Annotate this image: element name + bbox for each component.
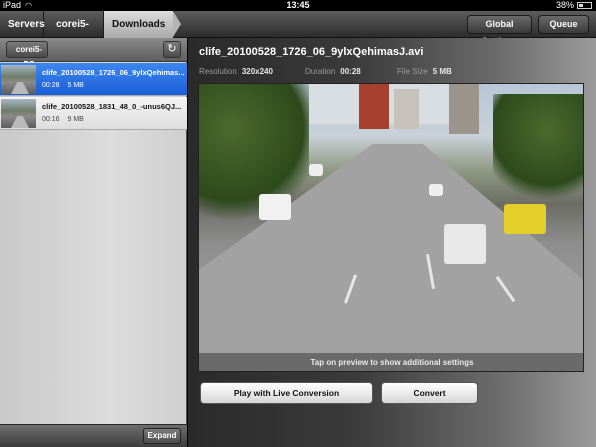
preview-car xyxy=(309,164,323,176)
list-item-file-1[interactable]: clife_20100528_1726_06_9ylxQehimas... 00… xyxy=(0,63,187,96)
preview-car xyxy=(444,224,486,264)
preview-car xyxy=(504,204,546,234)
file-meta: 00:28 5 MB xyxy=(42,82,84,89)
file-title: clife_20100528_1726_06_9ylxQehimasJ.avi xyxy=(199,46,424,58)
battery-icon xyxy=(577,2,592,9)
preview-building xyxy=(449,84,479,134)
file-size: 5 MB xyxy=(67,82,84,89)
expand-button[interactable]: Expand xyxy=(143,428,181,444)
filesize-label: File Size xyxy=(397,67,428,76)
preview-building xyxy=(359,84,389,129)
play-live-conversion-button[interactable]: Play with Live Conversion xyxy=(200,382,373,404)
filesize-value: 5 MB xyxy=(432,67,452,76)
preview-hint: Tap on preview to show additional settin… xyxy=(310,358,474,367)
refresh-icon[interactable]: ↻ xyxy=(163,41,181,58)
duration-info: Duration 00:28 xyxy=(305,67,361,76)
preview-car xyxy=(429,184,443,196)
file-list-panel: corei5-PC ↻ clife_20100528_1726_06_9ylxQ… xyxy=(0,38,187,447)
file-size: 9 MB xyxy=(67,116,84,123)
file-duration: 00:28 xyxy=(42,82,60,89)
breadcrumb: Servers corei5-PC Downloads xyxy=(0,11,181,57)
global-settings-button[interactable]: Global Settings xyxy=(467,15,532,46)
resolution-info: Resolution 320x240 xyxy=(199,67,273,76)
file-list-footer: Expand xyxy=(0,424,187,447)
file-name: clife_20100528_1831_48_0_-unus6QJ... xyxy=(42,102,182,111)
resolution-label: Resolution xyxy=(199,67,237,76)
filesize-info: File Size 5 MB xyxy=(397,67,452,76)
preview-building xyxy=(394,89,419,129)
back-button[interactable]: corei5-PC xyxy=(6,41,48,69)
convert-button[interactable]: Convert xyxy=(381,382,478,404)
file-list-header: corei5-PC ↻ xyxy=(0,38,187,69)
status-time: 13:45 xyxy=(286,0,310,10)
breadcrumb-servers[interactable]: Servers xyxy=(0,11,45,38)
file-thumbnail xyxy=(1,65,36,94)
video-preview[interactable]: Tap on preview to show additional settin… xyxy=(198,83,584,372)
resolution-value: 320x240 xyxy=(241,67,273,76)
preview-car xyxy=(259,194,291,220)
battery-percent: 38% xyxy=(555,0,574,10)
top-toolbar: Servers corei5-PC Downloads Global Setti… xyxy=(0,11,596,57)
breadcrumb-downloads[interactable]: Downloads xyxy=(104,11,181,38)
duration-label: Duration xyxy=(305,67,336,76)
file-duration: 00:16 xyxy=(42,116,60,123)
queue-button[interactable]: Queue xyxy=(538,15,589,34)
status-bar: iPad ◠ 13:45 38% xyxy=(0,0,596,11)
file-meta: 00:16 9 MB xyxy=(42,116,84,123)
breadcrumb-server-pc[interactable]: corei5-PC xyxy=(44,11,104,57)
preview-trees xyxy=(199,84,309,234)
file-thumbnail xyxy=(1,99,36,128)
preview-trees xyxy=(493,94,583,214)
list-item-file-2[interactable]: clife_20100528_1831_48_0_-unus6QJ... 00:… xyxy=(0,97,187,130)
duration-value: 00:28 xyxy=(340,67,361,76)
file-name: clife_20100528_1726_06_9ylxQehimas... xyxy=(42,68,185,77)
file-detail-panel: clife_20100528_1726_06_9ylxQehimasJ.avi … xyxy=(188,38,596,447)
